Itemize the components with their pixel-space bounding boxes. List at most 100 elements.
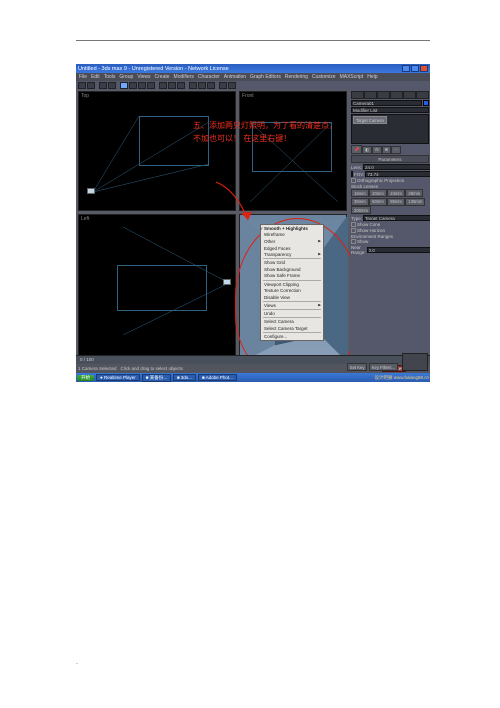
toolbar-move[interactable] bbox=[129, 82, 137, 89]
task-photoshop[interactable]: ■ Adobe Phot... bbox=[198, 374, 237, 381]
rollout-parameters[interactable]: Parameters bbox=[351, 155, 429, 163]
menu-rendering[interactable]: Rendering bbox=[285, 74, 308, 80]
near-range-label: Near Range: bbox=[351, 245, 366, 255]
ctx-select-camera-target[interactable]: Select Camera Target bbox=[261, 325, 323, 332]
toolbar-material[interactable] bbox=[219, 82, 227, 89]
toolbar-select[interactable] bbox=[120, 82, 128, 89]
object-name-field[interactable] bbox=[351, 100, 422, 106]
close-button[interactable] bbox=[420, 65, 428, 72]
command-panel: Target Camera 📌 ◧ ⊟ ✖ ⋯ Parameters Lens:… bbox=[350, 90, 430, 363]
stack-btn-unique[interactable]: ⊟ bbox=[372, 146, 382, 154]
main-area: Top Front Left bbox=[76, 90, 430, 363]
lens-field[interactable] bbox=[363, 164, 430, 170]
show-horizon-checkbox[interactable] bbox=[351, 228, 356, 233]
stock-15mm[interactable]: 15mm bbox=[351, 189, 369, 197]
toolbar-unlink[interactable] bbox=[108, 82, 116, 89]
menu-character[interactable]: Character bbox=[198, 74, 220, 80]
toolbar-align[interactable] bbox=[198, 82, 206, 89]
stack-btn-pin[interactable]: 📌 bbox=[351, 145, 362, 154]
stack-btn-show[interactable]: ◧ bbox=[362, 146, 372, 154]
ctx-show-safe-frame[interactable]: Show Safe Frame bbox=[261, 273, 323, 280]
toolbar-snap[interactable] bbox=[159, 82, 167, 89]
stack-item-target-camera[interactable]: Target Camera bbox=[353, 116, 387, 124]
menu-edit[interactable]: Edit bbox=[91, 74, 100, 80]
toolbar-rotate[interactable] bbox=[138, 82, 146, 89]
menu-help[interactable]: Help bbox=[367, 74, 377, 80]
ctx-select-camera[interactable]: Select Camera bbox=[261, 318, 323, 325]
menu-file[interactable]: File bbox=[79, 74, 87, 80]
ctx-disable-view[interactable]: Disable View bbox=[261, 294, 323, 301]
show-cone-checkbox[interactable] bbox=[351, 222, 356, 227]
main-toolbar bbox=[76, 81, 430, 90]
ctx-show-background[interactable]: Show Background bbox=[261, 266, 323, 273]
modifier-list-dropdown[interactable] bbox=[351, 107, 429, 113]
task-backup[interactable]: ■ 某备份... bbox=[142, 374, 171, 382]
modifier-stack[interactable]: Target Camera bbox=[351, 114, 429, 144]
stack-btn-remove[interactable]: ✖ bbox=[382, 146, 392, 154]
stack-btn-config[interactable]: ⋯ bbox=[391, 146, 401, 154]
toolbar-undo[interactable] bbox=[78, 82, 86, 89]
ortho-checkbox[interactable] bbox=[351, 178, 356, 183]
toolbar-redo[interactable] bbox=[87, 82, 95, 89]
stock-135mm[interactable]: 135mm bbox=[405, 198, 425, 206]
titlebar: Untitled - 3ds max 9 - Unregistered Vers… bbox=[76, 64, 430, 73]
stock-50mm[interactable]: 50mm bbox=[369, 198, 387, 206]
cmd-tab-motion[interactable] bbox=[390, 91, 403, 99]
menu-tools[interactable]: Tools bbox=[104, 74, 116, 80]
toolbar-layers[interactable] bbox=[207, 82, 215, 89]
task-realtimeplayer[interactable]: ● Realtime Player bbox=[96, 374, 140, 381]
ctx-wireframe[interactable]: Wireframe bbox=[261, 232, 323, 239]
near-range-field[interactable] bbox=[367, 247, 431, 253]
menu-maxscript[interactable]: MAXScript bbox=[340, 74, 364, 80]
env-show-checkbox[interactable] bbox=[351, 239, 356, 244]
ctx-other[interactable]: Other bbox=[261, 238, 323, 245]
cmd-tab-hierarchy[interactable] bbox=[377, 91, 390, 99]
toolbar-angle-snap[interactable] bbox=[168, 82, 176, 89]
doc-char: . bbox=[76, 659, 78, 666]
ctx-configure[interactable]: Configure... bbox=[261, 333, 323, 340]
task-3ds[interactable]: ■ 3ds... bbox=[173, 374, 196, 381]
ortho-label: Orthographic Projection bbox=[357, 178, 429, 183]
menu-customize[interactable]: Customize bbox=[312, 74, 336, 80]
setkey-button[interactable]: Set Key bbox=[347, 363, 368, 371]
menu-animation[interactable]: Animation bbox=[224, 74, 246, 80]
ctx-show-grid[interactable]: Show Grid bbox=[261, 259, 323, 266]
keyfilters-button[interactable]: Key Filters... bbox=[369, 363, 398, 371]
viewport-nav-controls[interactable] bbox=[402, 353, 428, 371]
minimize-button[interactable] bbox=[402, 65, 410, 72]
stock-28mm[interactable]: 28mm bbox=[405, 189, 423, 197]
ctx-texture-correction[interactable]: Texture Correction bbox=[261, 287, 323, 294]
cmd-tab-modify[interactable] bbox=[364, 91, 377, 99]
camera-type-dropdown[interactable] bbox=[363, 215, 430, 221]
ctx-edged-faces[interactable]: Edged Faces bbox=[261, 245, 323, 252]
menu-group[interactable]: Group bbox=[119, 74, 133, 80]
cmd-tab-display[interactable] bbox=[403, 91, 416, 99]
ctx-viewport-clipping[interactable]: Viewport Clipping bbox=[261, 281, 323, 288]
ctx-transparency[interactable]: Transparency bbox=[261, 251, 323, 258]
stock-35mm[interactable]: 35mm bbox=[351, 198, 369, 206]
toolbar-link[interactable] bbox=[99, 82, 107, 89]
env-show-label: Show bbox=[357, 239, 429, 244]
fov-direction-button[interactable] bbox=[351, 171, 353, 177]
maximize-button[interactable] bbox=[411, 65, 419, 72]
cmd-tab-utilities[interactable] bbox=[416, 91, 429, 99]
stock-85mm[interactable]: 85mm bbox=[387, 198, 405, 206]
menu-create[interactable]: Create bbox=[155, 74, 170, 80]
object-color-swatch[interactable] bbox=[423, 100, 429, 106]
menu-grapheditors[interactable]: Graph Editors bbox=[250, 74, 281, 80]
stock-20mm[interactable]: 20mm bbox=[369, 189, 387, 197]
ctx-undo[interactable]: Undo bbox=[261, 310, 323, 317]
menu-modifiers[interactable]: Modifiers bbox=[174, 74, 194, 80]
stock-24mm[interactable]: 24mm bbox=[387, 189, 405, 197]
ctx-smooth-highlights[interactable]: Smooth + Highlights bbox=[261, 225, 323, 232]
stock-200mm[interactable]: 200mm bbox=[351, 206, 371, 214]
fov-field[interactable] bbox=[365, 171, 430, 177]
cmd-tab-create[interactable] bbox=[351, 91, 364, 99]
menu-views[interactable]: Views bbox=[137, 74, 150, 80]
toolbar-mirror[interactable] bbox=[189, 82, 197, 89]
toolbar-percent-snap[interactable] bbox=[177, 82, 185, 89]
toolbar-scale[interactable] bbox=[147, 82, 155, 89]
ctx-views[interactable]: Views bbox=[261, 302, 323, 309]
toolbar-render[interactable] bbox=[228, 82, 236, 89]
start-button[interactable]: 开始 bbox=[77, 375, 94, 381]
